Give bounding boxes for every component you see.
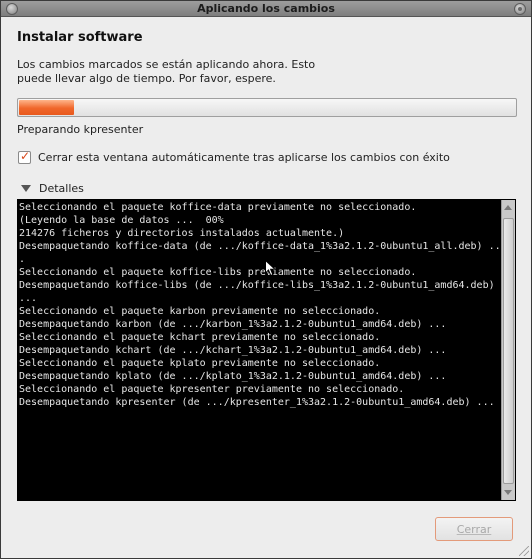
details-expander[interactable]: Detalles <box>21 182 84 195</box>
terminal-line: Seleccionando el paquete kchart previame… <box>19 332 381 343</box>
scrollbar-thumb[interactable] <box>503 218 514 484</box>
terminal-line: Desempaquetando kplato (de .../kplato_1%… <box>19 371 447 382</box>
terminal-line: Seleccionando el paquete koffice-libs pr… <box>19 267 417 278</box>
auto-close-checkbox[interactable] <box>18 149 31 164</box>
title-bar[interactable]: Aplicando los cambios <box>1 1 531 17</box>
scroll-down-icon[interactable] <box>504 490 512 495</box>
terminal-line: Seleccionando el paquete karbon previame… <box>19 306 381 317</box>
terminal-line: Seleccionando el paquete kpresenter prev… <box>19 384 405 395</box>
description-text: Los cambios marcados se están aplicando … <box>17 58 316 85</box>
close-button[interactable]: Cerrar <box>435 517 513 541</box>
resize-grip-icon[interactable] <box>519 546 529 556</box>
terminal-output: Seleccionando el paquete koffice-data pr… <box>19 201 501 497</box>
terminal-line: (Leyendo la base de datos ... 00% <box>19 215 224 226</box>
close-button-label: Cerrar <box>456 522 492 536</box>
terminal-line: Desempaquetando kpresenter (de .../kpres… <box>19 397 495 408</box>
auto-close-option[interactable]: Cerrar esta ventana automáticamente tras… <box>18 149 450 164</box>
terminal-line: Desempaquetando koffice-libs (de .../kof… <box>19 280 501 291</box>
progress-fill <box>19 100 74 115</box>
scroll-up-icon[interactable] <box>504 205 512 210</box>
status-text: Preparando kpresenter <box>17 123 144 136</box>
terminal-line: ... <box>19 293 38 304</box>
terminal-line: Seleccionando el paquete kplato previame… <box>19 358 381 369</box>
terminal-line: . <box>19 254 26 265</box>
expander-triangle-icon <box>21 185 31 192</box>
terminal-line: Seleccionando el paquete koffice-data pr… <box>19 202 417 213</box>
close-window-icon[interactable] <box>514 3 526 15</box>
window-title: Aplicando los cambios <box>197 2 335 15</box>
apply-changes-dialog: Aplicando los cambios Instalar software … <box>0 0 532 559</box>
terminal-line: Desempaquetando karbon (de .../karbon_1%… <box>19 319 447 330</box>
terminal-line: Desempaquetando koffice-data (de .../kof… <box>19 241 501 252</box>
auto-close-label: Cerrar esta ventana automáticamente tras… <box>38 150 450 164</box>
details-label: Detalles <box>39 182 84 195</box>
terminal-scrollbar[interactable] <box>501 200 515 500</box>
terminal-line: Desempaquetando kchart (de .../kchart_1%… <box>19 345 447 356</box>
terminal-line: 214276 ficheros y directorios instalados… <box>19 228 345 239</box>
page-title: Instalar software <box>17 30 143 45</box>
details-terminal[interactable]: Seleccionando el paquete koffice-data pr… <box>17 199 516 501</box>
install-progress-bar <box>17 98 517 117</box>
